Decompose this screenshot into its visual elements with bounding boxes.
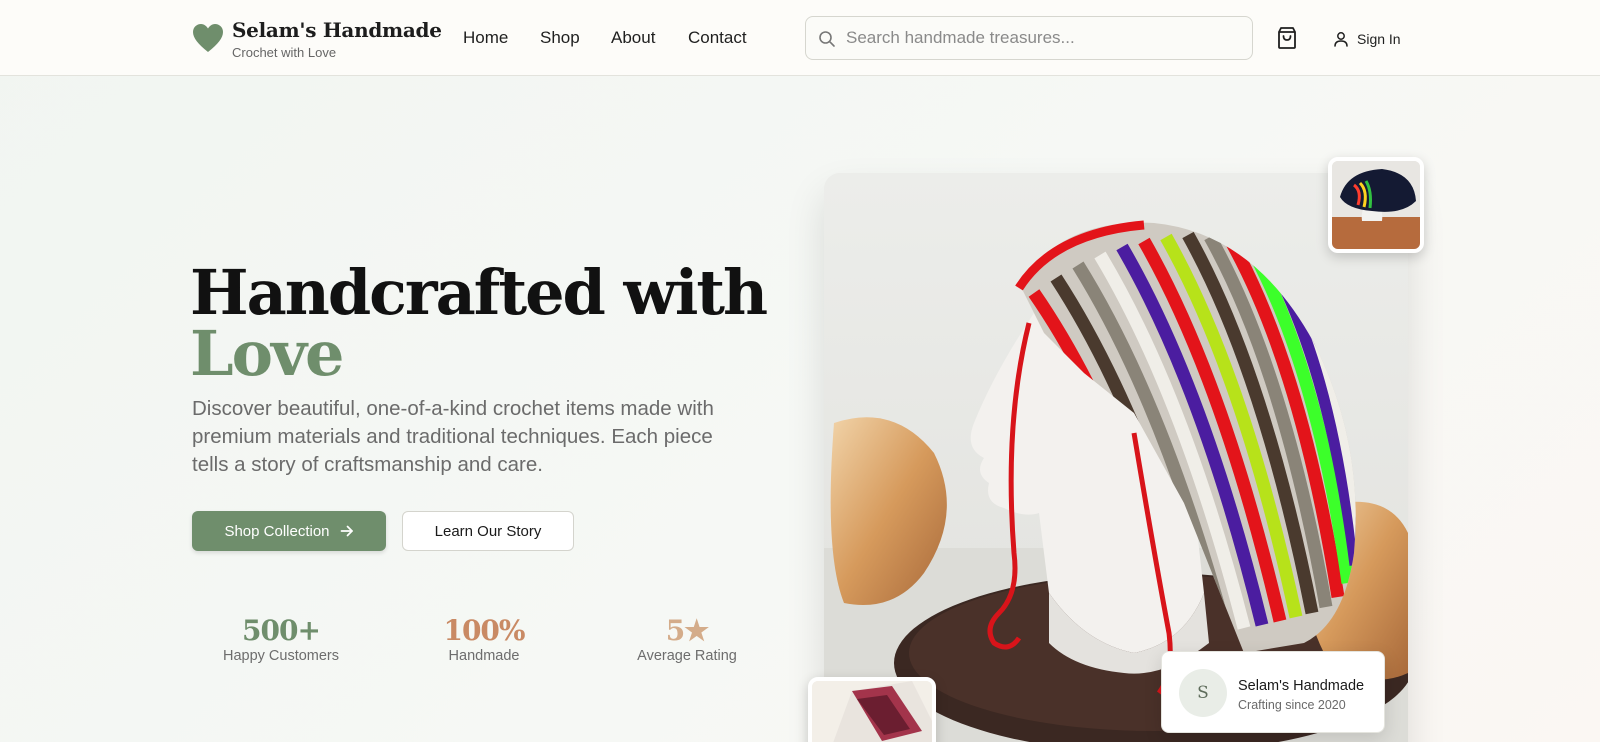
thumbnail-blanket-image[interactable] bbox=[808, 677, 936, 742]
stat-value: 100% bbox=[443, 614, 525, 647]
black-hat-photo bbox=[1332, 161, 1420, 249]
hero-description: Discover beautiful, one-of-a-kind croche… bbox=[192, 397, 714, 476]
brand-name[interactable]: Selam's Handmade bbox=[232, 18, 442, 42]
user-icon bbox=[1334, 32, 1348, 47]
sign-in-button[interactable]: Sign In bbox=[1333, 30, 1401, 48]
hero-title-line1: Handcrafted with bbox=[190, 256, 768, 329]
stat-happy-customers: 500+ Happy Customers bbox=[196, 614, 366, 664]
arrow-right-icon bbox=[340, 525, 353, 537]
nav-home[interactable]: Home bbox=[463, 28, 508, 48]
stat-label: Happy Customers bbox=[222, 648, 340, 664]
search-input[interactable] bbox=[846, 25, 1242, 51]
heart-logo-icon[interactable] bbox=[192, 23, 224, 53]
avatar: S bbox=[1179, 669, 1227, 717]
site-header: Selam's Handmade Crochet with Love Home … bbox=[0, 0, 1600, 76]
stat-handmade: 100% Handmade bbox=[399, 614, 569, 664]
stat-value: 5★ bbox=[665, 614, 710, 647]
maker-name: Selam's Handmade bbox=[1238, 678, 1365, 694]
nav-about[interactable]: About bbox=[611, 28, 655, 48]
shopping-bag-icon[interactable] bbox=[1276, 26, 1298, 50]
blanket-photo bbox=[812, 681, 932, 742]
stat-average-rating: 5★ Average Rating bbox=[602, 614, 772, 664]
stat-label: Handmade bbox=[448, 648, 520, 664]
stat-value: 500+ bbox=[242, 614, 321, 647]
thumbnail-hat-image[interactable] bbox=[1328, 157, 1424, 253]
nav-shop[interactable]: Shop bbox=[540, 28, 580, 48]
maker-subtitle: Crafting since 2020 bbox=[1238, 698, 1346, 712]
brand-tagline: Crochet with Love bbox=[232, 45, 337, 60]
search-bar bbox=[805, 16, 1253, 60]
shop-collection-label: Shop Collection bbox=[224, 522, 330, 540]
nav-contact[interactable]: Contact bbox=[688, 28, 747, 48]
learn-our-story-button[interactable]: Learn Our Story bbox=[402, 511, 574, 551]
maker-card: S Selam's Handmade Crafting since 2020 bbox=[1161, 651, 1385, 733]
sign-in-label: Sign In bbox=[1357, 31, 1401, 47]
shop-collection-button[interactable]: Shop Collection bbox=[192, 511, 386, 551]
stat-label: Average Rating bbox=[637, 648, 737, 664]
hero-title-highlight: Love bbox=[190, 317, 344, 390]
search-icon bbox=[819, 31, 835, 47]
